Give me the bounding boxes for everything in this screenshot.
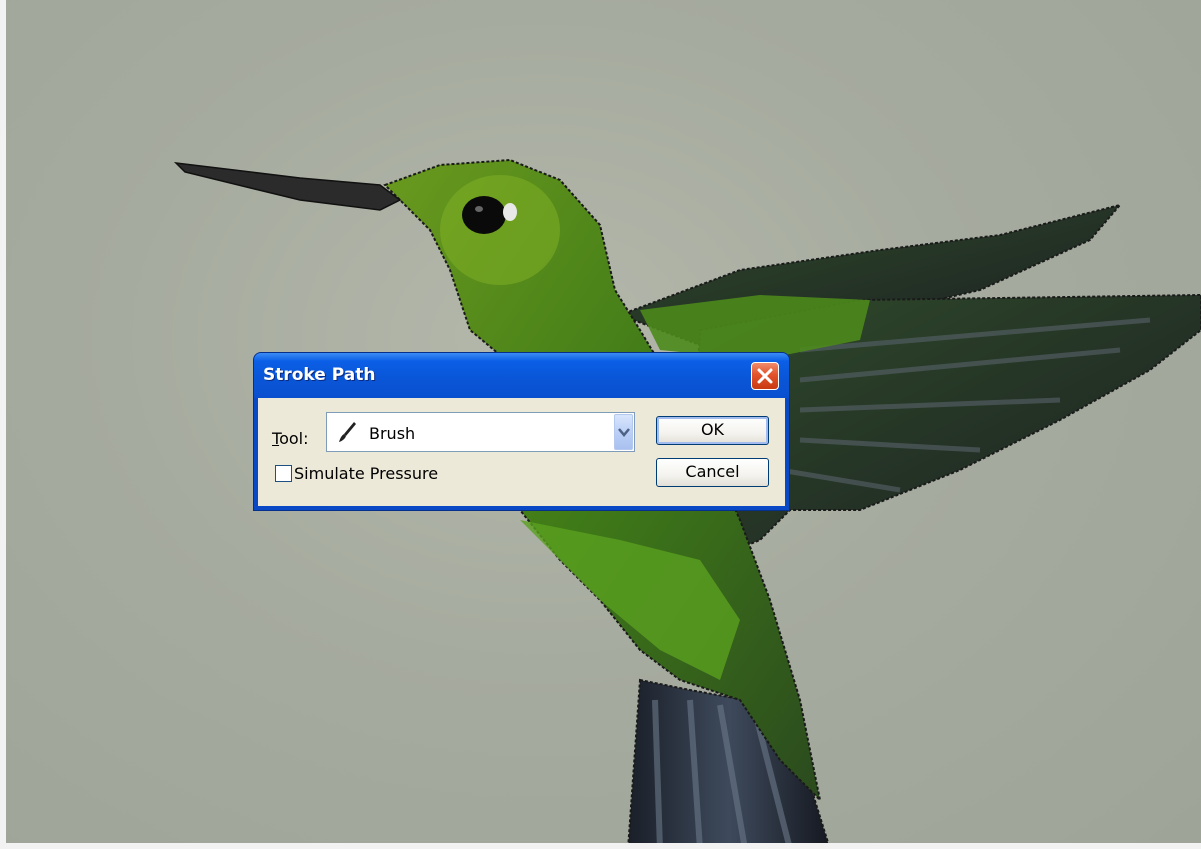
tool-dropdown-button[interactable]: [614, 414, 633, 450]
canvas-border-left: [0, 0, 6, 849]
close-icon: [757, 368, 773, 384]
tool-select[interactable]: Brush: [326, 412, 635, 452]
cancel-button[interactable]: Cancel: [656, 458, 769, 487]
stroke-path-dialog: Stroke Path Tool: Brush Simulate Pressur…: [254, 353, 789, 510]
dialog-title-bar[interactable]: Stroke Path: [254, 353, 789, 398]
chevron-down-icon: [618, 428, 630, 437]
tool-select-value: Brush: [369, 424, 416, 443]
dialog-title: Stroke Path: [263, 365, 376, 385]
close-button[interactable]: [751, 362, 779, 390]
tool-label: Tool:: [272, 429, 308, 448]
dialog-body: Tool: Brush Simulate Pressure OK Cancel: [258, 398, 785, 506]
brush-icon: [339, 422, 356, 442]
simulate-pressure-checkbox[interactable]: [275, 465, 292, 482]
tool-label-rest: ool:: [279, 429, 309, 448]
tool-label-mnemonic: T: [272, 429, 280, 448]
canvas-border-bottom: [0, 843, 1201, 849]
simulate-pressure-label[interactable]: Simulate Pressure: [294, 464, 438, 483]
ok-button[interactable]: OK: [656, 416, 769, 445]
